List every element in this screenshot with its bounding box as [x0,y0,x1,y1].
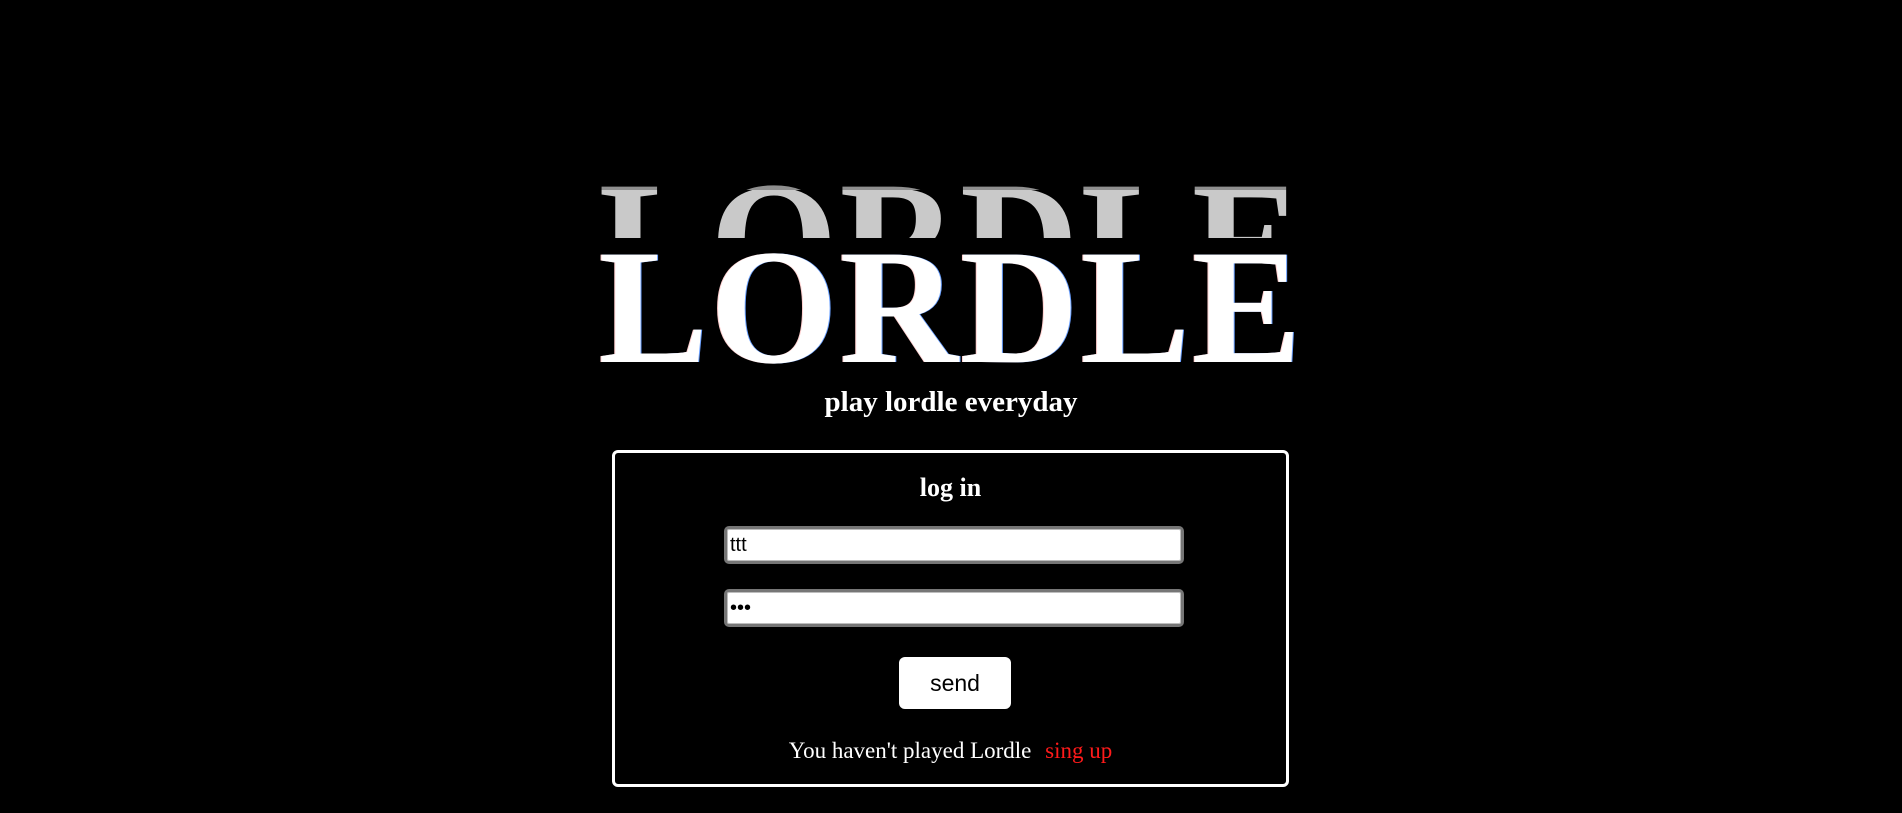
password-input[interactable] [724,589,1184,627]
tagline: play lordle everyday [824,386,1078,418]
logo-shadow-top-text: LORDLE [0,158,1902,191]
send-button[interactable]: send [899,657,1011,709]
login-title: log in [919,473,982,502]
logo-shadow-top: LORDLE [0,148,1902,191]
signup-link[interactable]: sing up [1045,738,1112,763]
signup-prompt-text: You haven't played Lordle [788,738,1032,763]
username-input[interactable] [724,526,1184,564]
logo-main: LORDLE [0,226,1902,376]
lordle-logo: LORDLE LORDLE LORDLE [0,0,1902,420]
logo-main-text: LORDLE [598,226,1304,376]
login-form: log in send You haven't played Lordle si… [612,450,1289,787]
signup-prompt: You haven't played Lordle sing up [615,736,1286,766]
